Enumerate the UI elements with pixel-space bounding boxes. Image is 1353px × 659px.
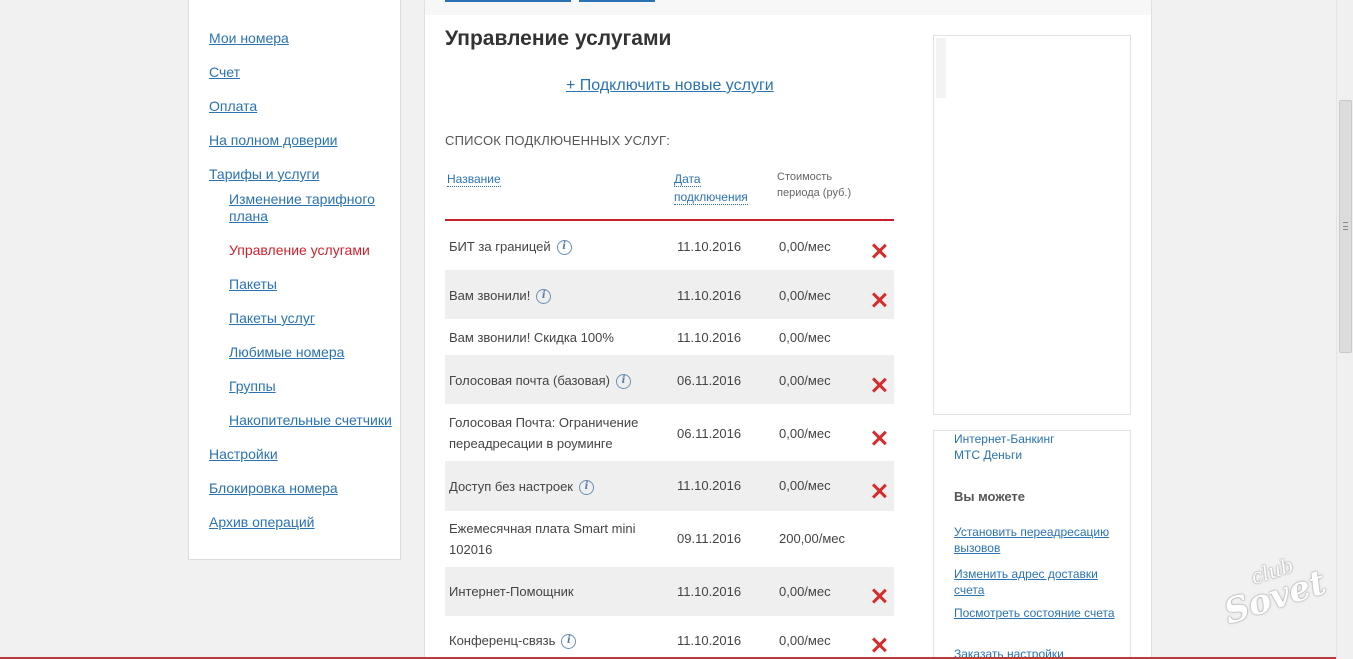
service-name: Доступ без настроек i [449, 476, 669, 497]
delete-x-icon[interactable] [871, 430, 887, 446]
service-name: Вам звонили! i [449, 285, 669, 306]
service-cost: 0,00/мес [779, 373, 831, 388]
service-cost: 0,00/мес [779, 239, 831, 254]
service-cost: 0,00/мес [779, 288, 831, 303]
info-icon[interactable]: i [615, 374, 631, 390]
sidebar-item-packages[interactable]: Пакеты [229, 276, 277, 293]
service-date: 06.11.2016 [677, 426, 742, 441]
service-cost: 200,00/мес [779, 531, 846, 546]
info-icon[interactable]: i [556, 240, 572, 256]
service-cost: 0,00/мес [779, 478, 831, 493]
sidebar-item-groups[interactable]: Группы [229, 378, 276, 395]
info-icon[interactable]: i [536, 289, 552, 305]
delete-x-icon[interactable] [871, 292, 887, 308]
sidebar-item-manage-services[interactable]: Управление услугами [229, 242, 370, 259]
table-row: Доступ без настроек i 11.10.2016 0,00/мес [445, 461, 894, 511]
sidebar-item-block-number[interactable]: Блокировка номера [209, 480, 338, 497]
banner-image [936, 38, 946, 98]
breadcrumb-link[interactable] [579, 0, 655, 2]
breadcrumb-link[interactable] [445, 0, 571, 2]
service-date: 11.10.2016 [677, 239, 742, 254]
set-call-forwarding-link[interactable]: Установить переадресацию вызовов [954, 524, 1124, 556]
service-name: Конференц-связь i [449, 630, 669, 651]
internet-banking-link[interactable]: Интернет-Банкинг [954, 431, 1124, 447]
sidebar-item-tariffs-services[interactable]: Тарифы и услуги [209, 166, 319, 183]
table-row: Вам звонили! i 11.10.2016 0,00/мес [445, 270, 894, 319]
sidebar-nav: Мои номера Счет Оплата На полном доверии… [188, 0, 401, 560]
sidebar-item-settings[interactable]: Настройки [209, 446, 278, 463]
service-name: Вам звонили! Скидка 100% [449, 330, 614, 345]
service-date: 11.10.2016 [677, 584, 742, 599]
info-icon[interactable]: i [579, 480, 594, 496]
quick-links-panel: Интернет-Банкинг МТС Деньги Вы можете Ус… [933, 430, 1131, 659]
service-cost: 0,00/мес [779, 330, 831, 345]
sidebar-item-full-trust[interactable]: На полном доверии [209, 132, 338, 149]
sidebar-item-favorite-numbers[interactable]: Любимые номера [229, 344, 344, 361]
sidebar-item-my-numbers[interactable]: Мои номера [209, 30, 289, 47]
services-list-title: СПИСОК ПОДКЛЮЧЕННЫХ УСЛУГ: [445, 133, 671, 148]
sidebar-item-service-packages[interactable]: Пакеты услуг [229, 310, 315, 327]
sidebar-item-counters[interactable]: Накопительные счетчики [229, 412, 392, 429]
table-row: Вам звонили! Скидка 100% 11.10.2016 0,00… [445, 319, 894, 355]
change-bill-address-link[interactable]: Изменить адрес доставки счета [954, 566, 1124, 598]
service-date: 11.10.2016 [677, 633, 742, 648]
delete-x-icon[interactable] [871, 483, 887, 499]
delete-x-icon[interactable] [871, 243, 887, 259]
table-row: Конференц-связь i 11.10.2016 0,00/мес [445, 616, 894, 659]
service-name: БИТ за границей i [449, 236, 669, 257]
table-row: Ежемесячная плата Smart mini 102016 09.1… [445, 511, 894, 567]
sidebar-item-change-tariff[interactable]: Изменение тарифного плана [229, 191, 399, 225]
mts-money-link[interactable]: МТС Деньги [954, 447, 1124, 463]
delete-x-icon[interactable] [871, 637, 887, 653]
view-account-status-link[interactable]: Посмотреть состояние счета [954, 605, 1124, 621]
table-row: Голосовая почта (базовая) i 06.11.2016 0,… [445, 355, 894, 404]
service-date: 06.11.2016 [677, 373, 742, 388]
table-row: Голосовая Почта: Ограничение переадресац… [445, 404, 894, 461]
delete-x-icon[interactable] [871, 588, 887, 604]
scrollbar-thumb[interactable] [1339, 100, 1352, 353]
service-name: Ежемесячная плата Smart mini 102016 [449, 521, 636, 557]
banner-placeholder [933, 35, 1131, 415]
grip-icon [1343, 222, 1348, 230]
delete-x-icon[interactable] [871, 377, 887, 393]
service-date: 11.10.2016 [677, 478, 742, 493]
service-cost: 0,00/мес [779, 426, 831, 441]
you-can-heading: Вы можете [954, 489, 1026, 504]
table-row: Интернет-Помощник 11.10.2016 0,00/мес [445, 567, 894, 616]
service-date: 09.11.2016 [677, 531, 742, 546]
sidebar-item-payment[interactable]: Оплата [209, 98, 257, 115]
service-name: Голосовая почта (базовая) i [449, 370, 669, 391]
service-name: Интернет-Помощник [449, 584, 574, 599]
table-row: БИТ за границей i 11.10.2016 0,00/мес [445, 222, 894, 270]
service-date: 11.10.2016 [677, 288, 742, 303]
column-header-date[interactable]: Дата подключения [674, 170, 748, 206]
sidebar-item-account[interactable]: Счет [209, 64, 240, 81]
service-date: 11.10.2016 [677, 330, 742, 345]
page-title: Управление услугами [445, 27, 672, 50]
watermark-logo: club Sovet [1210, 545, 1336, 646]
table-header-divider [445, 219, 894, 221]
info-icon[interactable]: i [561, 634, 577, 650]
sidebar-item-operations-archive[interactable]: Архив операций [209, 514, 315, 531]
service-cost: 0,00/мес [779, 584, 831, 599]
service-cost: 0,00/мес [779, 633, 831, 648]
service-name: Голосовая Почта: Ограничение переадресац… [449, 415, 639, 451]
column-header-cost: Стоимость периода (руб.) [777, 171, 852, 199]
column-header-name[interactable]: Название [447, 170, 501, 188]
breadcrumb [425, 0, 1151, 15]
vertical-scrollbar[interactable] [1336, 0, 1353, 659]
connect-new-services-link[interactable]: + Подключить новые услуги [566, 77, 774, 95]
